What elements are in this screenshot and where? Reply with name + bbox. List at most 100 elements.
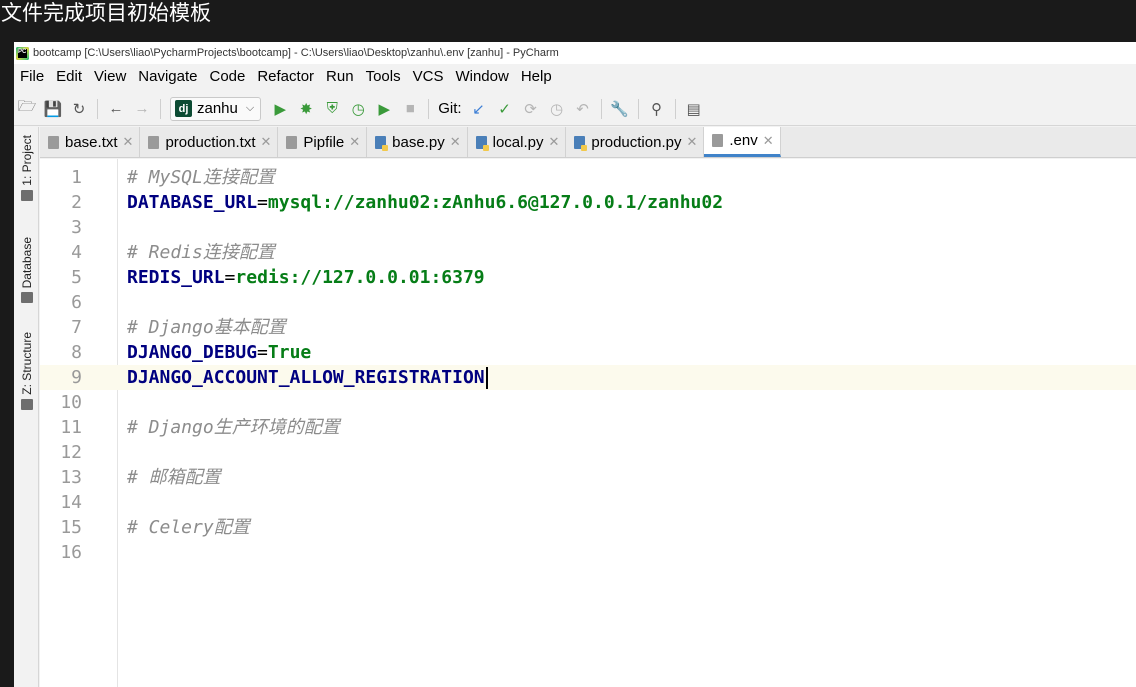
toolbar-divider [600, 98, 602, 119]
database-icon [21, 292, 33, 304]
close-icon[interactable]: ✕ [261, 134, 272, 150]
code-line[interactable]: 1 # MySQL连接配置 [40, 165, 1136, 190]
structure-icon [21, 398, 33, 410]
menu-code[interactable]: Code [203, 64, 251, 90]
code-text: # 邮箱配置 [127, 465, 221, 490]
code-line[interactable]: 14 [40, 490, 1136, 515]
code-line[interactable]: 10 [40, 390, 1136, 415]
git-revert-icon[interactable]: ↶ [570, 96, 596, 122]
code-line[interactable]: 16 [40, 540, 1136, 565]
debug-icon[interactable]: ✸ [293, 96, 319, 122]
save-all-icon[interactable]: 💾 [40, 96, 66, 122]
menu-file[interactable]: File [14, 64, 50, 90]
tab-pipfile[interactable]: Pipfile ✕ [278, 127, 368, 157]
run-icon[interactable]: ▶ [267, 96, 293, 122]
tab-base-py[interactable]: base.py ✕ [367, 127, 468, 157]
code-line[interactable]: 6 [40, 290, 1136, 315]
coverage-icon[interactable]: ⛨ [319, 96, 345, 122]
line-number: 1 [71, 167, 82, 188]
code-text: # MySQL连接配置 [127, 165, 275, 190]
tool-tab-project[interactable]: 1: Project [16, 135, 38, 201]
menu-tools[interactable]: Tools [360, 64, 407, 90]
open-folder-icon[interactable]: 🗁 [14, 96, 40, 122]
tab-local-py[interactable]: local.py ✕ [468, 127, 567, 157]
toolbar-divider [97, 98, 98, 119]
tab-production-txt[interactable]: production.txt ✕ [140, 127, 279, 157]
code-line[interactable]: 11 # Django生产环境的配置 [40, 415, 1136, 440]
toolbar-divider [160, 98, 161, 119]
git-commit-icon[interactable]: ✓ [492, 96, 518, 122]
folder-icon [21, 189, 33, 201]
code-text: # Celery配置 [127, 515, 250, 540]
pycharm-window: bootcamp [C:\Users\liao\PycharmProjects\… [14, 42, 1136, 687]
close-icon[interactable]: ✕ [123, 134, 134, 150]
menu-help[interactable]: Help [515, 64, 558, 90]
menu-vcs[interactable]: VCS [407, 64, 450, 90]
code-line[interactable]: 3 [40, 215, 1136, 240]
presentation-mode-icon[interactable]: ▤ [681, 96, 707, 122]
code-line[interactable]: 4 # Redis连接配置 [40, 240, 1136, 265]
code-line[interactable]: 8 DJANGO_DEBUG=True [40, 340, 1136, 365]
title-bar: bootcamp [C:\Users\liao\PycharmProjects\… [14, 42, 1136, 64]
sync-icon[interactable]: ↻ [66, 96, 92, 122]
code-line[interactable]: 15 # Celery配置 [40, 515, 1136, 540]
code-line[interactable]: 9 DJANGO_ACCOUNT_ALLOW_REGISTRATION [40, 365, 1136, 390]
code-line[interactable]: 13 # 邮箱配置 [40, 465, 1136, 490]
tool-tab-structure[interactable]: Z: Structure [16, 332, 38, 410]
close-icon[interactable]: ✕ [763, 133, 774, 149]
env-value: True [267, 342, 312, 363]
close-icon[interactable]: ✕ [686, 134, 697, 150]
tool-tab-structure-label: Z: Structure [20, 332, 34, 395]
code-line[interactable]: 7 # Django基本配置 [40, 315, 1136, 340]
env-value: redis://127.0.0.01:6379 [235, 267, 485, 288]
run-configuration-label: zanhu [197, 100, 238, 117]
code-editor[interactable]: 1 # MySQL连接配置 2 DATABASE_URL=mysql://zanhu0… [40, 159, 1136, 687]
forward-arrow-icon[interactable]: → [129, 96, 155, 122]
back-arrow-icon[interactable]: ← [103, 96, 129, 122]
menu-bar: File Edit View Navigate Code Refactor Ru… [14, 64, 1136, 90]
line-number: 7 [71, 317, 82, 338]
line-number: 3 [71, 217, 82, 238]
search-icon[interactable]: ⚲ [644, 96, 670, 122]
tab-env[interactable]: .env ✕ [704, 127, 781, 157]
line-number: 11 [60, 417, 82, 438]
run-configuration-select[interactable]: dj zanhu ⌵ [170, 96, 262, 121]
line-number: 10 [60, 392, 82, 413]
close-icon[interactable]: ✕ [450, 134, 461, 150]
tab-base-txt[interactable]: base.txt ✕ [40, 127, 141, 157]
menu-window[interactable]: Window [449, 64, 514, 90]
close-icon[interactable]: ✕ [548, 134, 559, 150]
code-line[interactable]: 5 REDIS_URL=redis://127.0.0.01:6379 [40, 265, 1136, 290]
tab-label: .env [729, 132, 758, 149]
env-value: mysql://zanhu02:zAnhu6.6@127.0.0.1/zanhu… [267, 192, 724, 213]
stop-icon[interactable]: ■ [397, 96, 423, 122]
tab-label: base.py [392, 133, 445, 151]
tab-production-py[interactable]: production.py ✕ [566, 127, 705, 157]
menu-navigate[interactable]: Navigate [132, 64, 203, 90]
code-text: DATABASE_URL=mysql://zanhu02:zAnhu6.6@12… [127, 190, 723, 215]
line-number: 4 [71, 242, 82, 263]
code-line[interactable]: 12 [40, 440, 1136, 465]
menu-edit[interactable]: Edit [50, 64, 88, 90]
menu-view[interactable]: View [88, 64, 132, 90]
code-line[interactable]: 2 DATABASE_URL=mysql://zanhu02:zAnhu6.6@1… [40, 190, 1136, 215]
menu-run[interactable]: Run [320, 64, 360, 90]
editor-tabs: base.txt ✕ production.txt ✕ Pipfile ✕ ba… [40, 127, 1136, 158]
concurrency-icon[interactable]: ▶ [371, 96, 397, 122]
tab-label: production.txt [165, 133, 256, 151]
tool-tab-project-label: 1: Project [20, 135, 34, 186]
close-icon[interactable]: ✕ [349, 134, 360, 150]
code-comment: # Celery配置 [127, 517, 250, 538]
menu-refactor[interactable]: Refactor [251, 64, 320, 90]
tool-tab-database[interactable]: Database [16, 237, 38, 304]
text-file-icon [712, 134, 724, 147]
python-file-icon [574, 135, 588, 151]
toolbar-divider [428, 98, 430, 119]
git-compare-icon[interactable]: ⟳ [518, 96, 544, 122]
code-text: # Django基本配置 [127, 315, 286, 340]
git-update-icon[interactable]: ↙ [466, 96, 492, 122]
settings-wrench-icon[interactable]: 🔧 [607, 96, 633, 122]
git-history-icon[interactable]: ◷ [544, 96, 570, 122]
code-text: # Redis连接配置 [127, 240, 275, 265]
profile-icon[interactable]: ◷ [345, 96, 371, 122]
